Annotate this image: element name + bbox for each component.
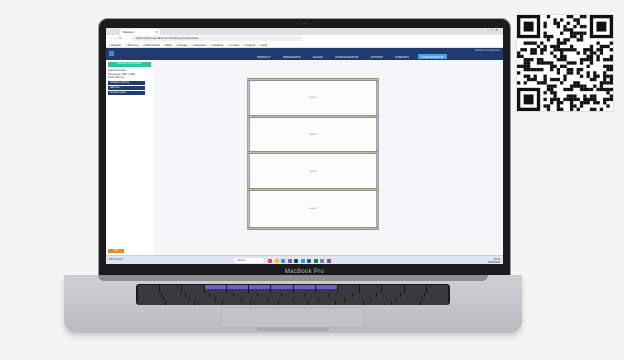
keyboard-key — [392, 300, 420, 305]
shelf-beam[interactable] — [247, 151, 379, 154]
nav-buttons[interactable]: ←→↻ — [109, 36, 123, 40]
menu-item-options[interactable]: Options — [367, 54, 386, 59]
keyboard-key — [364, 300, 392, 305]
app-header: Mecalux Mecalux Configurator Product Dime… — [106, 48, 503, 64]
keyboard-key — [335, 300, 364, 305]
keyboard — [136, 284, 450, 305]
keyboard-key — [279, 300, 307, 305]
add-level-button[interactable]: Add level — [108, 85, 145, 90]
keyboard-key — [251, 300, 279, 305]
camera-icon — [303, 22, 306, 25]
teams-icon[interactable] — [287, 258, 292, 263]
excel-icon[interactable] — [313, 258, 318, 263]
shelf-beam[interactable] — [247, 78, 379, 81]
qr-code — [516, 14, 614, 112]
settings-icon[interactable] — [320, 258, 324, 263]
url-input[interactable]: https://www.mecalux.com/shelving-configu… — [132, 36, 302, 41]
user-line: Mecalux Configurator — [475, 49, 500, 52]
keyboard-key — [138, 300, 166, 305]
configurator-canvas: Level 1 Level 2 Level 3 Level 4 — [153, 60, 503, 255]
menu-item-summary[interactable]: Summary — [392, 54, 412, 59]
laptop-screen: Mecalux ✕ –□✕ ←→↻ https://www.mecalux.co… — [106, 28, 503, 264]
shelf-beam[interactable] — [247, 115, 379, 118]
clock-date: 14/06/2024 — [487, 260, 500, 264]
configure-shelving-button[interactable]: Configure shelving — [108, 80, 145, 85]
keyboard-key — [420, 300, 448, 305]
browser-tabbar: Mecalux ✕ –□✕ — [106, 28, 503, 35]
store-icon[interactable] — [294, 258, 298, 263]
generate-quote-button[interactable]: Generate quote — [108, 90, 145, 95]
taskbar-icons — [268, 258, 331, 263]
bookmark-item[interactable]: Catalogs — [210, 42, 223, 47]
taskbar-search[interactable]: Search — [234, 258, 264, 263]
qr-code-graphic — [517, 15, 613, 111]
bookmark-item[interactable]: Support — [243, 42, 255, 47]
word-icon[interactable] — [307, 258, 311, 263]
main-menu: Product Dimensions Levels Configuration Opti… — [254, 54, 447, 59]
bookmark-item[interactable]: Contact — [228, 42, 240, 47]
configurator-button[interactable]: Shelving Configurator — [108, 62, 151, 67]
shelving-unit[interactable]: Level 1 Level 2 Level 3 Level 4 — [247, 78, 379, 230]
weather-widget[interactable]: 25°C Sunny — [109, 258, 123, 261]
laptop-lid: Mecalux ✕ –□✕ ←→↻ https://www.mecalux.co… — [98, 18, 511, 276]
shelf-level-label: Level 2 — [309, 133, 317, 136]
touchpad[interactable] — [221, 307, 365, 328]
menu-item-product[interactable]: Product — [254, 54, 274, 59]
shelf-level-label: Level 1 — [309, 96, 317, 99]
laptop-base — [64, 275, 522, 333]
photos-icon[interactable] — [326, 258, 331, 263]
mail-icon[interactable] — [281, 258, 285, 263]
menu-item-dimensions[interactable]: Dimensions — [280, 54, 304, 59]
front-notch — [256, 327, 330, 331]
menu-item-configuration[interactable]: Configuration — [332, 54, 361, 59]
tab-title: Mecalux — [123, 30, 135, 34]
menu-item-levels[interactable]: Levels — [310, 54, 327, 59]
shelf-level-label: Level 4 — [309, 207, 317, 210]
bookmark-item[interactable]: Storage — [176, 42, 188, 47]
windows-taskbar: 25°C Sunny Search 10:42 14/06/2024 — [106, 255, 503, 264]
bookmark-item[interactable]: Blog — [164, 42, 172, 47]
sidebar-info-line: Depth: 600 mm — [108, 76, 125, 79]
chrome-icon[interactable] — [268, 258, 272, 263]
taskbar-clock[interactable]: 10:42 14/06/2024 — [487, 258, 500, 264]
keyboard-key — [194, 300, 222, 305]
bookmark-item[interactable]: Mecalux — [109, 42, 121, 47]
window-controls[interactable]: –□✕ — [487, 28, 500, 32]
shelf-beam[interactable] — [247, 188, 379, 191]
keyboard-key — [166, 300, 194, 305]
help-button[interactable]: Help — [108, 249, 124, 253]
logo-icon — [109, 51, 114, 57]
sidebar: Shelving Configurator Selected product D… — [106, 60, 154, 255]
folder-icon[interactable] — [274, 258, 279, 263]
shelf-level-label: Level 3 — [309, 170, 317, 173]
keyboard-key — [222, 300, 251, 305]
laptop-hinge — [98, 275, 488, 281]
bookmark-item[interactable]: Calculator — [192, 42, 207, 47]
edge-icon[interactable] — [300, 258, 305, 263]
bookmark-item[interactable]: Pallet Racks — [142, 42, 160, 47]
bookmark-item[interactable]: Shelving — [126, 42, 139, 47]
menu-item-configurator[interactable]: Configurator — [418, 54, 447, 59]
bookmark-item[interactable]: Help — [259, 42, 267, 47]
shelf-beam[interactable] — [247, 227, 379, 230]
app-logo[interactable]: Mecalux — [109, 50, 131, 64]
keyboard-key — [307, 300, 335, 305]
